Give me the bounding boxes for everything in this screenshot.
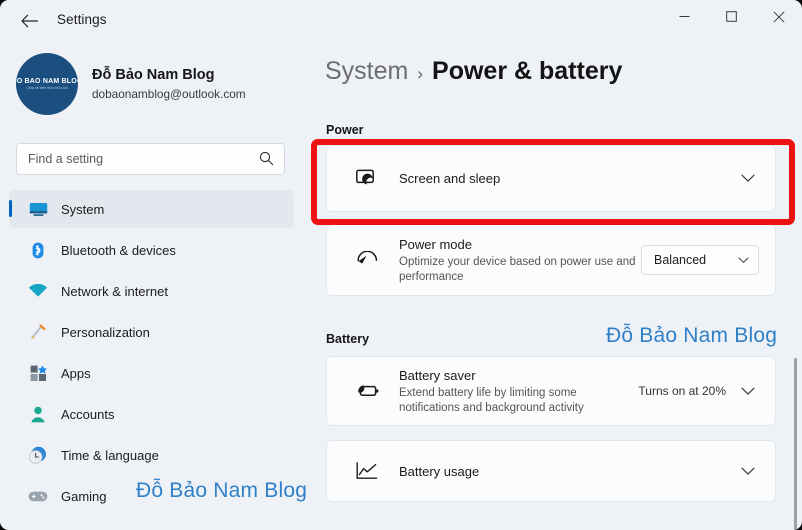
watermark-content: Đỗ Bảo Nam Blog [606,324,778,347]
close-button[interactable] [755,0,802,33]
sidebar-item-bluetooth-devices[interactable]: Bluetooth & devices [9,231,294,269]
battery-saver-status: Turns on at 20% [638,384,726,398]
breadcrumb-separator: › [417,64,424,83]
sidebar-item-network-internet[interactable]: Network & internet [9,272,294,310]
power-mode-dropdown[interactable]: Balanced [641,245,759,275]
sidebar-item-accounts[interactable]: Accounts [9,395,294,433]
sidebar-item-label: Accounts [61,406,115,422]
close-icon [772,10,785,23]
chevron-down-icon [738,251,749,269]
card-battery-usage[interactable]: Battery usage [326,440,776,502]
chevron-down-icon[interactable] [739,387,757,396]
apps-grid-icon [25,364,51,382]
card-subtitle: Extend battery life by limiting some not… [399,386,584,414]
power-mode-value: Balanced [654,253,707,267]
power-gauge-icon [352,250,382,270]
watermark-sidebar: Đỗ Bảo Nam Blog [136,479,308,502]
account-name: Đỗ Bảo Nam Blog [92,66,215,83]
sidebar-item-label: Gaming [61,488,107,504]
sidebar-item-system[interactable]: System [9,190,294,228]
main-content: System › Power & battery Power Screen an… [300,42,802,530]
avatar-line-1: ĐO BAO NAM BLOG [16,77,78,85]
card-title: Power mode [399,236,472,252]
sidebar-item-label: Personalization [61,324,150,340]
avatar: ĐO BAO NAM BLOG Chia sẻ kiến thức hữu íc… [16,53,78,115]
wifi-icon [25,284,51,298]
section-heading-battery: Battery [326,332,370,346]
page-title: Power & battery [432,57,623,85]
search-icon [259,151,274,171]
minimize-button[interactable] [661,0,708,33]
chevron-down-icon[interactable] [739,467,757,476]
sidebar-item-label: Network & internet [61,283,168,299]
sidebar-nav: System Bluetooth & devices Network & int… [9,190,294,518]
search-box[interactable] [16,143,285,175]
card-title: Battery saver [399,367,476,383]
maximize-icon [726,11,737,22]
card-title: Screen and sleep [399,171,501,186]
title-bar: Settings [0,0,802,42]
card-subtitle: Optimize your device based on power use … [399,255,636,283]
sidebar-item-label: Apps [61,365,91,381]
battery-leaf-icon [352,383,382,399]
sidebar-item-personalization[interactable]: Personalization [9,313,294,351]
line-chart-icon [352,462,382,480]
card-battery-saver[interactable]: Battery saver Extend battery life by lim… [326,356,776,426]
avatar-line-2: Chia sẻ kiến thức hữu ích [26,85,68,90]
gamepad-icon [25,490,51,503]
paintbrush-icon [25,323,51,341]
search-input[interactable] [28,152,243,166]
card-power-mode[interactable]: Power mode Optimize your device based on… [326,224,776,296]
person-icon [25,406,51,423]
breadcrumb: System › Power & battery [325,57,622,86]
breadcrumb-parent[interactable]: System [325,57,408,86]
sidebar-item-label: Bluetooth & devices [61,242,176,258]
scrollbar-thumb[interactable] [794,358,797,530]
clock-icon [25,446,51,464]
sidebar-item-label: Time & language [61,447,159,463]
card-title: Battery usage [399,463,480,479]
sidebar-item-label: System [61,201,105,217]
card-screen-and-sleep[interactable]: Screen and sleep [326,145,776,212]
window-title: Settings [57,12,107,27]
monitor-icon [25,202,51,217]
settings-window: Settings ĐO BAO NAM BLOG Chia sẻ kiến th… [0,0,802,530]
sidebar-item-apps[interactable]: Apps [9,354,294,392]
minimize-icon [679,16,690,17]
account-email: dobaonamblog@outlook.com [92,86,246,101]
maximize-button[interactable] [708,0,755,33]
screen-sleep-icon [352,169,382,188]
account-profile[interactable]: ĐO BAO NAM BLOG Chia sẻ kiến thức hữu íc… [16,53,246,115]
section-heading-power: Power [326,123,364,137]
back-button[interactable] [14,7,44,35]
sidebar-item-time-language[interactable]: Time & language [9,436,294,474]
bluetooth-icon [25,242,51,259]
chevron-down-icon[interactable] [739,174,757,183]
back-arrow-icon [20,14,38,28]
sidebar: ĐO BAO NAM BLOG Chia sẻ kiến thức hữu íc… [0,42,300,530]
